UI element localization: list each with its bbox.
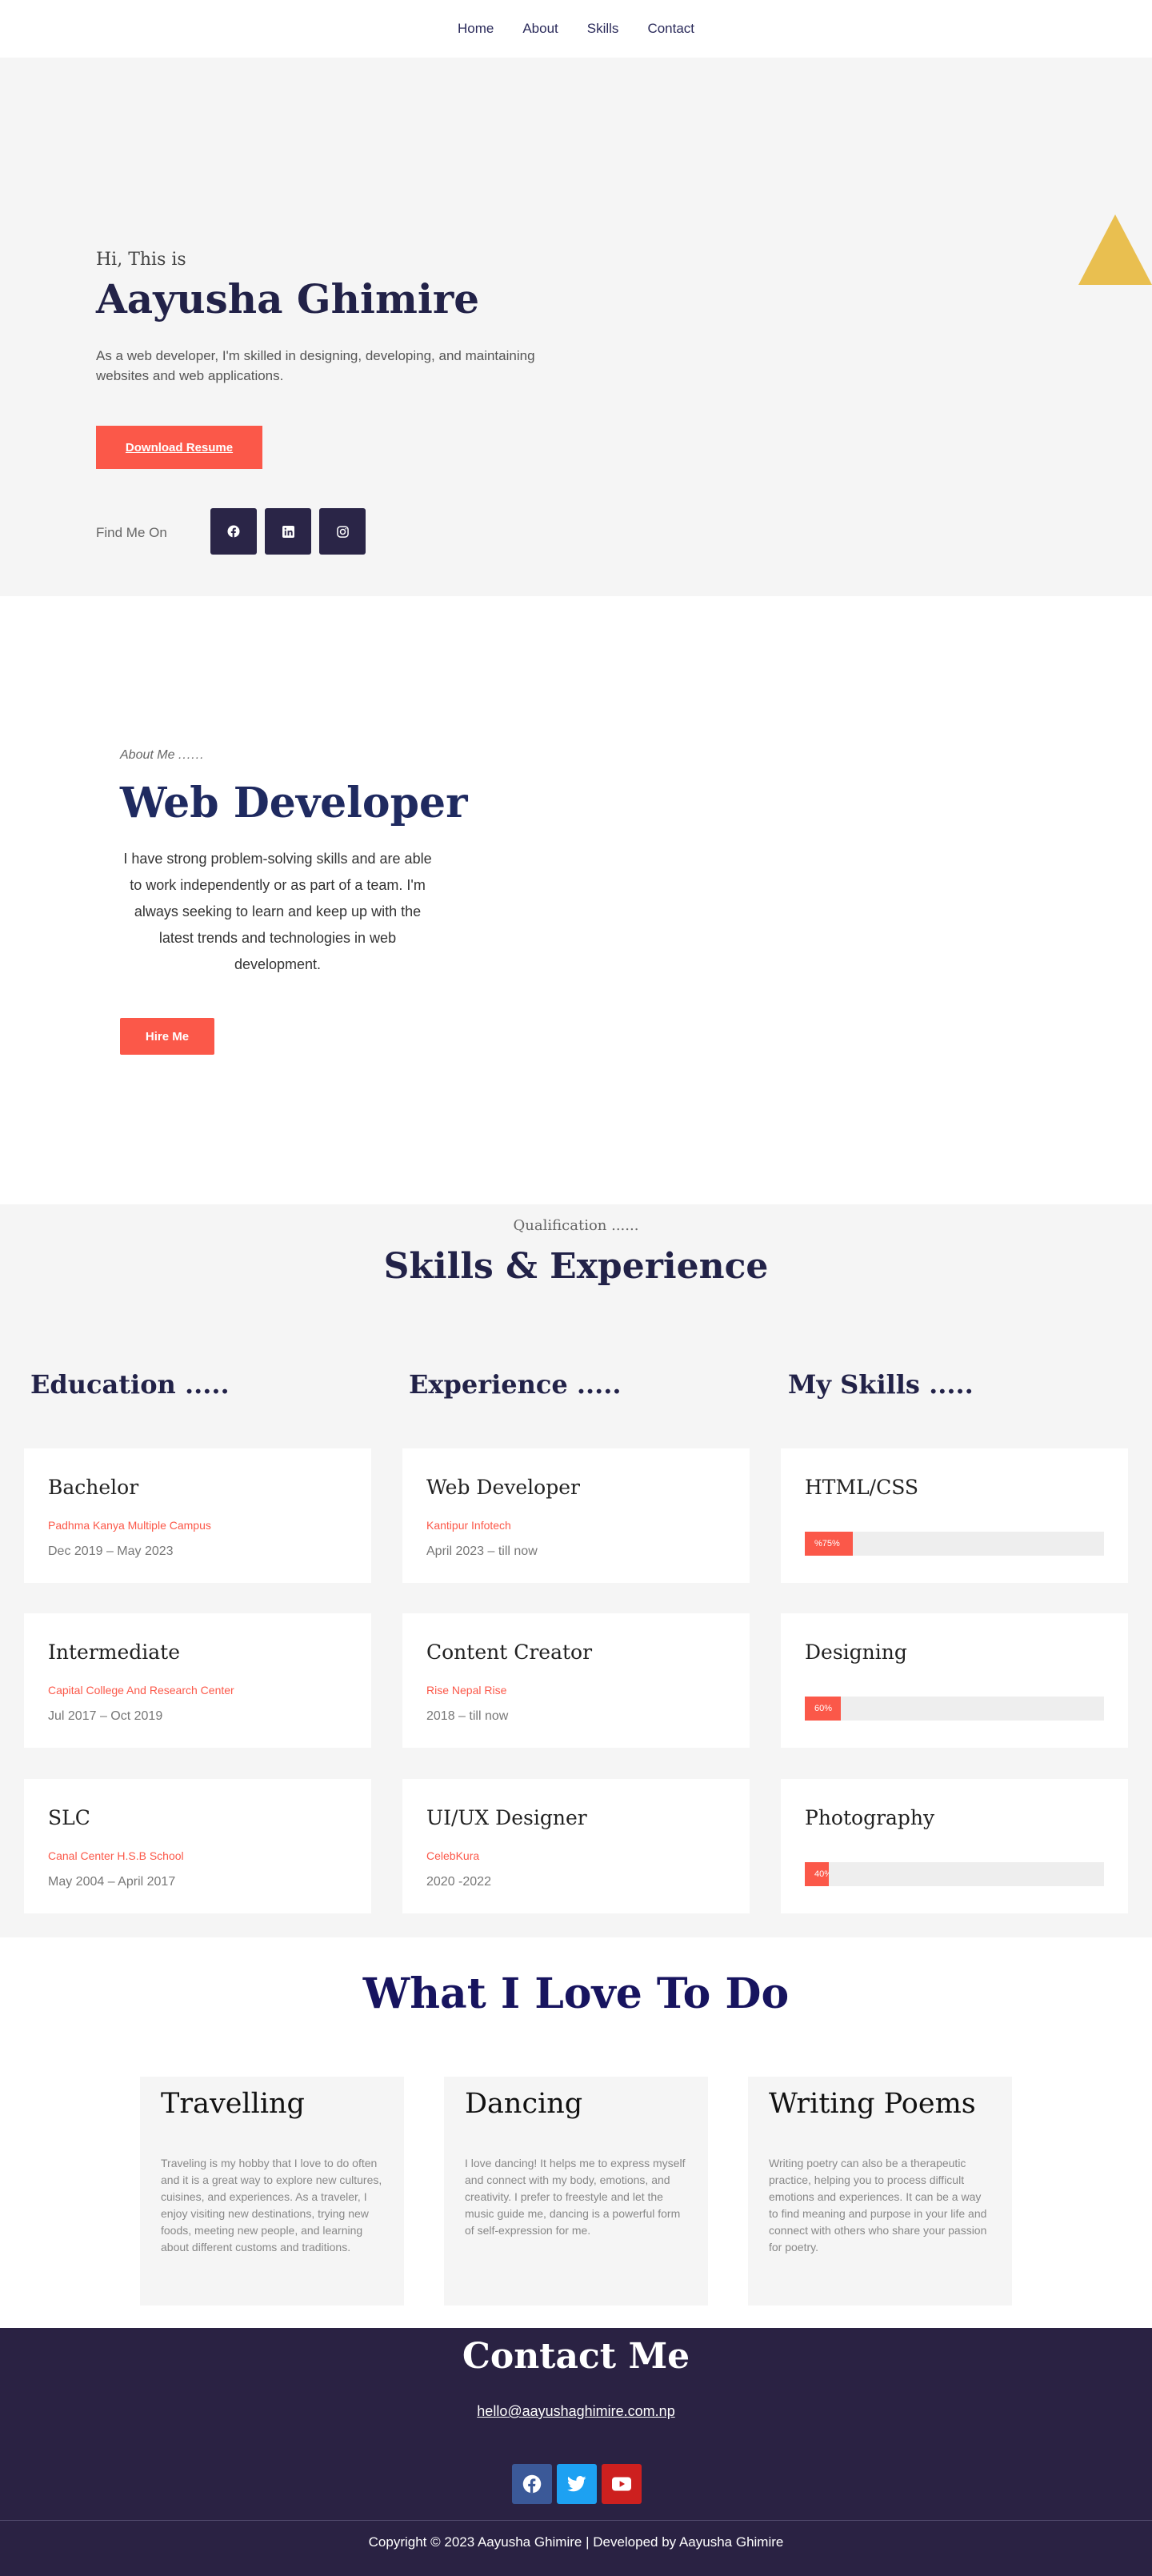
- nav-home[interactable]: Home: [458, 21, 494, 37]
- hero-name: Aayusha Ghimire: [96, 275, 480, 323]
- skill-card: Photography 40%: [781, 1779, 1128, 1913]
- skill-title: Designing: [805, 1641, 907, 1664]
- education-date: Dec 2019 – May 2023: [48, 1544, 174, 1558]
- skill-title: HTML/CSS: [805, 1476, 919, 1499]
- experience-card: UI/UX Designer CelebKura 2020 -2022: [402, 1779, 750, 1913]
- hobbies-title: What I Love To Do: [362, 1969, 790, 2018]
- hobby-text: I love dancing! It helps me to express m…: [465, 2157, 686, 2237]
- hero-intro: As a web developer, I'm skilled in desig…: [96, 348, 535, 383]
- skills-section: Qualification ...... Skills & Experience…: [0, 1204, 1152, 1937]
- skill-card: Designing 60%: [781, 1613, 1128, 1748]
- experience-org: Kantipur Infotech: [426, 1519, 511, 1532]
- about-section: About Me ...... Web Developer I have str…: [0, 596, 1152, 1204]
- nav-about[interactable]: About: [522, 21, 558, 37]
- instagram-icon: [336, 525, 349, 538]
- contact-section: Contact Me hello@aayushaghimire.com.np C…: [0, 2328, 1152, 2576]
- hire-me-button[interactable]: Hire Me: [120, 1018, 214, 1055]
- education-card: Bachelor Padhma Kanya Multiple Campus De…: [24, 1448, 371, 1583]
- top-nav: Home About Skills Contact: [0, 0, 1152, 58]
- download-resume-button[interactable]: Download Resume: [96, 426, 262, 469]
- experience-date: 2018 – till now: [426, 1709, 509, 1723]
- education-card: Intermediate Capital College And Researc…: [24, 1613, 371, 1748]
- skill-progress-fill: %75%: [805, 1532, 853, 1556]
- hobbies-section: What I Love To Do Travelling Traveling i…: [0, 1937, 1152, 2328]
- hobby-title: Writing Poems: [769, 2088, 976, 2120]
- skill-progress-track: 40%: [805, 1862, 1104, 1886]
- qualification-label: Qualification ......: [513, 1217, 639, 1234]
- experience-org: CelebKura: [426, 1849, 480, 1862]
- hobby-card: Travelling Traveling is my hobby that I …: [140, 2077, 404, 2306]
- contact-social-links: [512, 2464, 642, 2504]
- hero-section: Hi, This is Aayusha Ghimire As a web dev…: [0, 58, 1152, 596]
- youtube-button[interactable]: [602, 2464, 642, 2504]
- experience-date: April 2023 – till now: [426, 1544, 538, 1558]
- education-title: SLC: [48, 1806, 90, 1829]
- skills-title: Skills & Experience: [383, 1246, 769, 1287]
- experience-title: Web Developer: [426, 1476, 580, 1499]
- find-me-label: Find Me On: [96, 525, 167, 540]
- education-title: Bachelor: [48, 1476, 139, 1499]
- skill-progress-fill: 40%: [805, 1862, 829, 1886]
- about-label-text: About Me: [120, 748, 175, 762]
- my-skills-heading: My Skills .....: [788, 1369, 974, 1400]
- facebook-icon: [227, 525, 240, 538]
- about-text: I have strong problem-solving skills and…: [123, 851, 432, 972]
- facebook-icon: [522, 2474, 542, 2494]
- experience-card: Content Creator Rise Nepal Rise 2018 – t…: [402, 1613, 750, 1748]
- skill-progress-fill: 60%: [805, 1697, 841, 1721]
- instagram-link[interactable]: [319, 508, 366, 555]
- hobby-title: Dancing: [465, 2088, 583, 2120]
- hero-greeting: Hi, This is: [96, 250, 186, 270]
- youtube-icon: [612, 2477, 631, 2491]
- experience-title: Content Creator: [426, 1641, 593, 1664]
- education-org: Canal Center H.S.B School: [48, 1849, 184, 1862]
- hobby-text: Traveling is my hobby that I love to do …: [161, 2157, 382, 2253]
- education-heading: Education .....: [30, 1369, 230, 1400]
- skill-progress-track: %75%: [805, 1532, 1104, 1556]
- skill-card: HTML/CSS %75%: [781, 1448, 1128, 1583]
- triangle-decoration: [1078, 214, 1152, 285]
- hobby-card: Dancing I love dancing! It helps me to e…: [444, 2077, 708, 2306]
- linkedin-link[interactable]: [265, 508, 311, 555]
- experience-org: Rise Nepal Rise: [426, 1684, 507, 1697]
- experience-heading: Experience .....: [409, 1369, 622, 1400]
- about-title: Web Developer: [120, 779, 468, 827]
- contact-title: Contact Me: [462, 2336, 690, 2377]
- education-date: May 2004 – April 2017: [48, 1875, 176, 1889]
- hobby-text: Writing poetry can also be a therapeutic…: [769, 2157, 987, 2253]
- linkedin-icon: [282, 525, 294, 538]
- hero-social-links: [210, 508, 366, 555]
- education-date: Jul 2017 – Oct 2019: [48, 1709, 163, 1723]
- experience-title: UI/UX Designer: [426, 1806, 587, 1829]
- about-label: About Me ......: [120, 748, 205, 763]
- skill-title: Photography: [805, 1806, 935, 1829]
- experience-date: 2020 -2022: [426, 1875, 491, 1889]
- twitter-button[interactable]: [557, 2464, 597, 2504]
- copyright-text: Copyright © 2023 Aayusha Ghimire | Devel…: [368, 2534, 784, 2550]
- nav-contact[interactable]: Contact: [647, 21, 694, 37]
- nav-skills[interactable]: Skills: [587, 21, 619, 37]
- twitter-icon: [567, 2476, 586, 2492]
- experience-card: Web Developer Kantipur Infotech April 20…: [402, 1448, 750, 1583]
- education-card: SLC Canal Center H.S.B School May 2004 –…: [24, 1779, 371, 1913]
- education-org: Capital College And Research Center: [48, 1684, 234, 1697]
- footer-divider: [0, 2520, 1152, 2521]
- hobby-card: Writing Poems Writing poetry can also be…: [748, 2077, 1012, 2306]
- facebook-link[interactable]: [210, 508, 257, 555]
- contact-email-link[interactable]: hello@aayushaghimire.com.np: [0, 2403, 1152, 2420]
- about-label-dots: ......: [178, 748, 205, 762]
- education-org: Padhma Kanya Multiple Campus: [48, 1519, 211, 1532]
- education-title: Intermediate: [48, 1641, 181, 1664]
- facebook-button[interactable]: [512, 2464, 552, 2504]
- hobby-title: Travelling: [161, 2088, 305, 2120]
- skill-progress-track: 60%: [805, 1697, 1104, 1721]
